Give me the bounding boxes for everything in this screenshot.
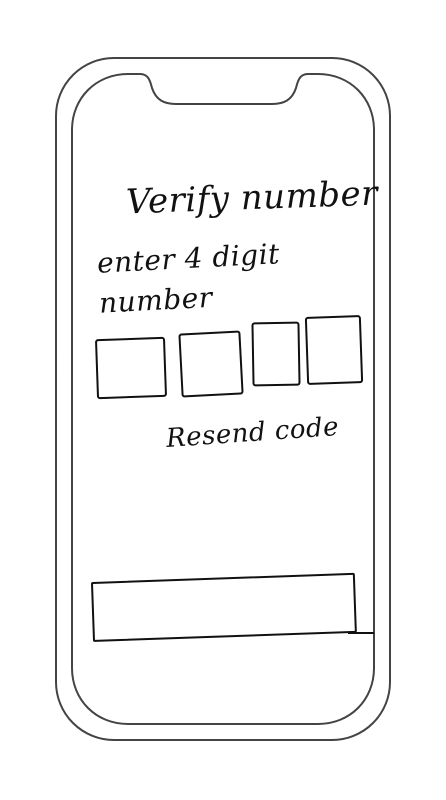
phone-frame (0, 0, 446, 800)
otp-input-group (94, 314, 364, 400)
instruction-text: enter 4 digit number (96, 237, 281, 320)
otp-digit-1[interactable] (94, 336, 168, 400)
phone-outline (55, 57, 391, 741)
otp-digit-4[interactable] (304, 315, 364, 385)
otp-digit-2[interactable] (178, 330, 244, 398)
otp-digit-3[interactable] (251, 321, 301, 387)
sketch-stroke (348, 632, 374, 634)
submit-button[interactable] (90, 572, 357, 642)
